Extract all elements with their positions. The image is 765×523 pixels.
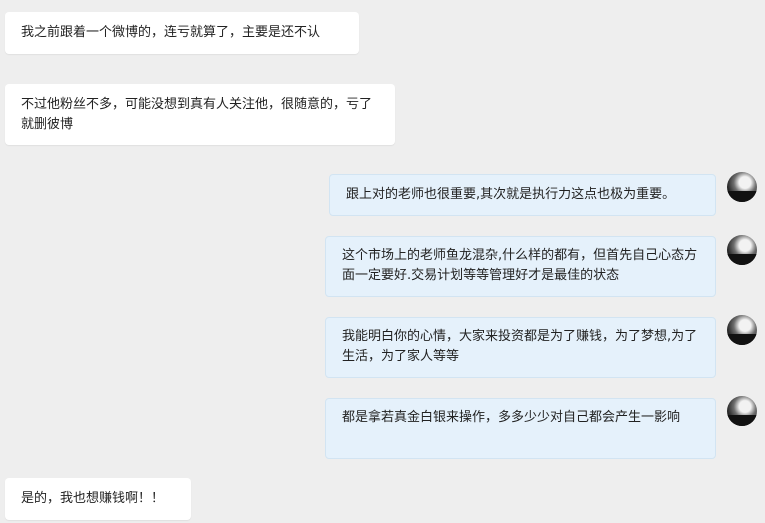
message-bubble-incoming: 不过他粉丝不多，可能没想到真有人关注他，很随意的，亏了就删彼博 [5,84,395,145]
message-bubble-incoming: 我之前跟着一个微博的，连亏就算了，主要是还不认 [5,12,359,54]
message-bubble-outgoing: 跟上对的老师也很重要,其次就是执行力这点也极为重要。 [329,174,716,216]
message-text: 不过他粉丝不多，可能没想到真有人关注他，很随意的，亏了就删彼博 [21,97,373,132]
message-bubble-outgoing: 这个市场上的老师鱼龙混杂,什么样的都有，但首先自己心态方面一定要好.交易计划等等… [325,236,716,297]
message-text: 这个市场上的老师鱼龙混杂,什么样的都有，但首先自己心态方面一定要好.交易计划等等… [342,248,698,283]
user-avatar-icon[interactable] [727,396,757,426]
user-avatar-icon[interactable] [727,235,757,265]
message-bubble-outgoing: 我能明白你的心情，大家来投资都是为了赚钱，为了梦想,为了生活，为了家人等等 [325,317,716,378]
message-text: 都是拿若真金白银来操作，多多少少对自己都会产生一影响 [342,410,681,425]
user-avatar-icon[interactable] [727,172,757,202]
message-text: 我之前跟着一个微博的，连亏就算了，主要是还不认 [21,25,321,40]
message-text: 跟上对的老师也很重要,其次就是执行力这点也极为重要。 [346,187,676,202]
message-text: 是的，我也想赚钱啊！！ [21,491,165,506]
user-avatar-icon[interactable] [727,315,757,345]
message-bubble-outgoing: 都是拿若真金白银来操作，多多少少对自己都会产生一影响 [325,398,716,459]
message-bubble-incoming: 是的，我也想赚钱啊！！ [5,478,191,520]
message-text: 我能明白你的心情，大家来投资都是为了赚钱，为了梦想,为了生活，为了家人等等 [342,329,698,364]
